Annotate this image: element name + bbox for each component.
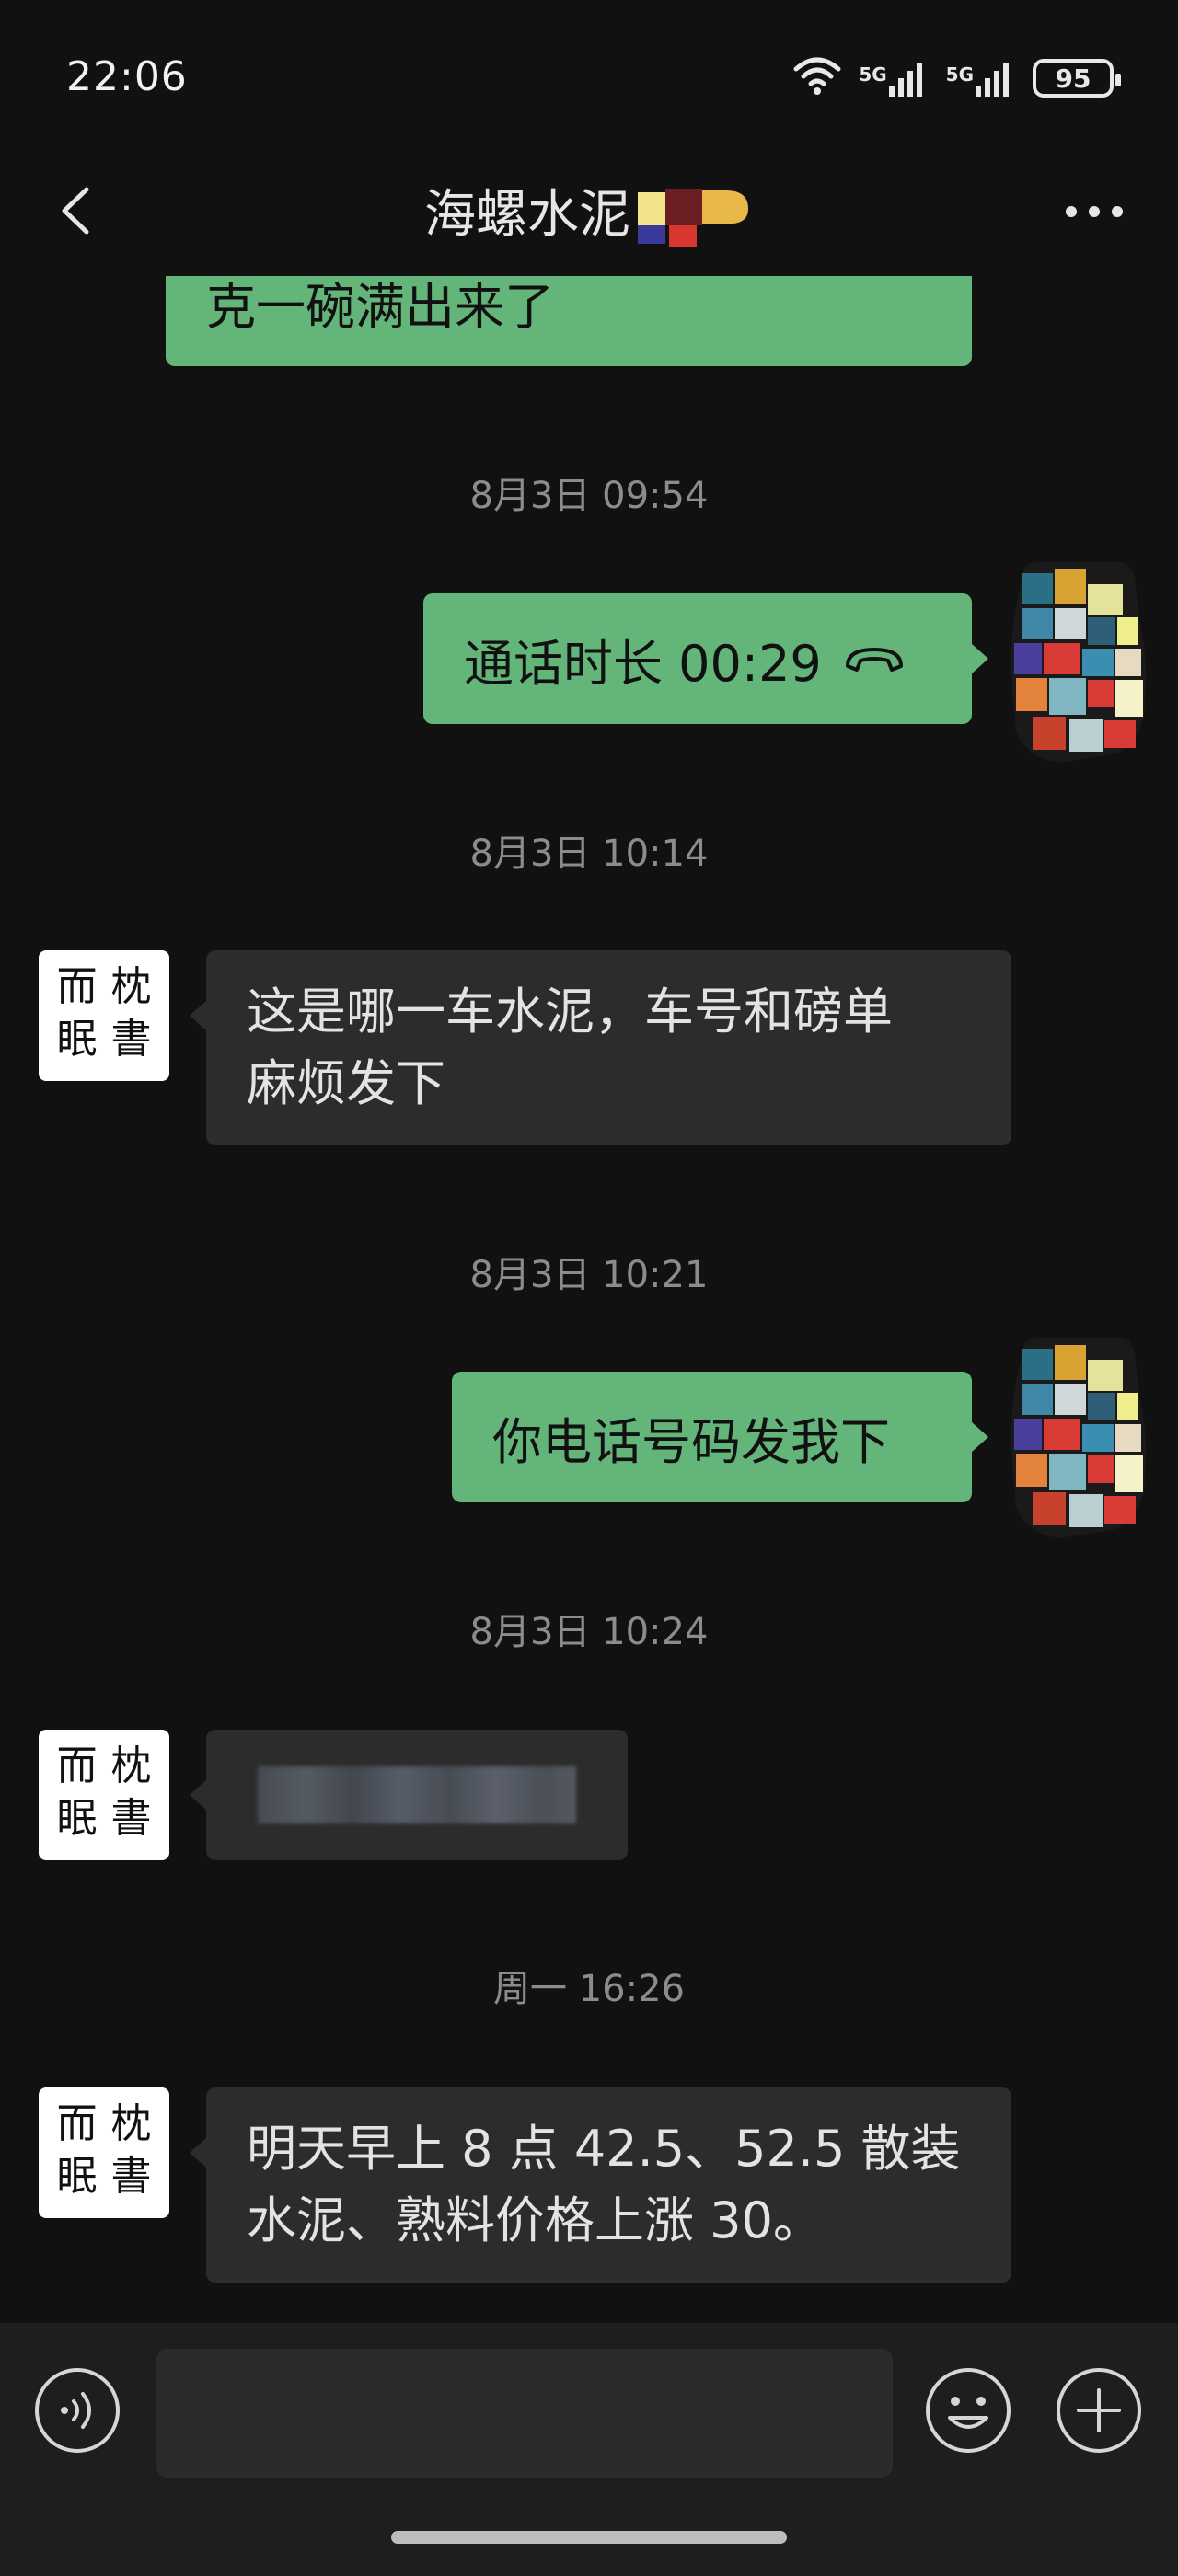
- avatar-char: 眠: [56, 1795, 98, 1842]
- title-emoji-icon: [634, 181, 754, 255]
- call-duration-text: 通话时长 00:29: [464, 634, 822, 693]
- phone-hangup-icon: [845, 648, 903, 672]
- avatar-char: 而: [56, 1742, 98, 1789]
- plus-circle-icon: [1057, 2368, 1141, 2453]
- message-bubble-sent[interactable]: 克一碗满出来了: [166, 276, 972, 366]
- message-text: 克一碗满出来了: [206, 278, 554, 336]
- avatar-char: 枕: [110, 1742, 152, 1789]
- avatar-char: 而: [56, 2100, 98, 2147]
- message-text-line: 明天早上 8 点 42.5、52.5 散装: [247, 2120, 961, 2178]
- more-options-button[interactable]: [1062, 184, 1126, 239]
- avatar-char: 書: [110, 2153, 152, 2200]
- status-time: 22:06: [66, 53, 188, 100]
- bubble-tail: [190, 1001, 206, 1030]
- timestamp: 8月3日 09:54: [469, 475, 709, 517]
- voice-icon: [35, 2368, 120, 2453]
- signal-strength-icon-2: 5G: [946, 60, 1016, 97]
- avatar-char: 書: [110, 1795, 152, 1842]
- battery-icon: 95: [1033, 59, 1121, 98]
- contact-avatar[interactable]: 而 枕 眠 書: [39, 2087, 169, 2218]
- status-icons: 5G 5G 95: [792, 55, 1121, 101]
- message-text: 你电话号码发我下: [492, 1412, 890, 1471]
- bubble-tail: [972, 644, 988, 673]
- bubble-tail: [190, 2138, 206, 2168]
- timestamp: 8月3日 10:21: [469, 1254, 709, 1296]
- status-bar: 22:06 5G 5G 95: [0, 0, 1178, 156]
- my-avatar[interactable]: [1005, 557, 1152, 768]
- avatar-char: 枕: [110, 2100, 152, 2147]
- network-type-label-2: 5G: [945, 63, 974, 86]
- contact-avatar[interactable]: 而 枕 眠 書: [39, 950, 169, 1081]
- chat-header: 海螺水泥: [0, 156, 1178, 276]
- call-record-bubble[interactable]: 通话时长 00:29: [423, 593, 972, 724]
- timestamp: 8月3日 10:24: [469, 1611, 709, 1653]
- my-avatar[interactable]: [1005, 1332, 1152, 1544]
- wifi-icon: [792, 56, 842, 100]
- bubble-tail: [972, 1422, 988, 1452]
- more-horizontal-icon: [1066, 206, 1123, 217]
- message-bubble-received[interactable]: 这是哪一车水泥，车号和磅单 麻烦发下: [206, 950, 1011, 1145]
- emoji-button[interactable]: [924, 2366, 1012, 2455]
- home-indicator[interactable]: [391, 2531, 787, 2544]
- contact-avatar[interactable]: 而 枕 眠 書: [39, 1730, 169, 1860]
- chat-title: 海螺水泥: [0, 173, 1178, 255]
- message-text-line: 这是哪一车水泥，车号和磅单: [247, 983, 893, 1041]
- signal-strength-icon: 5G: [859, 60, 929, 97]
- avatar-char: 而: [56, 963, 98, 1010]
- timestamp: 周一 16:26: [493, 1968, 685, 2010]
- message-text-line: 水泥、熟料价格上涨 30。: [247, 2191, 823, 2249]
- bubble-tail: [190, 1780, 206, 1810]
- message-bubble-received-redacted[interactable]: [206, 1730, 628, 1860]
- message-bubble-sent[interactable]: 你电话号码发我下: [452, 1372, 972, 1502]
- timestamp: 8月3日 10:14: [469, 833, 709, 875]
- network-type-label: 5G: [859, 63, 887, 86]
- chat-title-text: 海螺水泥: [424, 185, 630, 245]
- voice-input-button[interactable]: [33, 2366, 121, 2455]
- avatar-char: 書: [110, 1016, 152, 1063]
- more-actions-button[interactable]: [1055, 2366, 1143, 2455]
- message-input[interactable]: [156, 2349, 893, 2478]
- avatar-char: 眠: [56, 2153, 98, 2200]
- avatar-char: 眠: [56, 1016, 98, 1063]
- message-text-line: 麻烦发下: [247, 1054, 445, 1112]
- avatar-char: 枕: [110, 963, 152, 1010]
- redacted-phone-number: [258, 1766, 576, 1823]
- message-list[interactable]: 克一碗满出来了 8月3日 09:54 通话时长 00:29 8月3日 10:14…: [0, 276, 1178, 2323]
- emoji-smile-icon: [926, 2368, 1011, 2453]
- message-bubble-received[interactable]: 明天早上 8 点 42.5、52.5 散装 水泥、熟料价格上涨 30。: [206, 2087, 1011, 2283]
